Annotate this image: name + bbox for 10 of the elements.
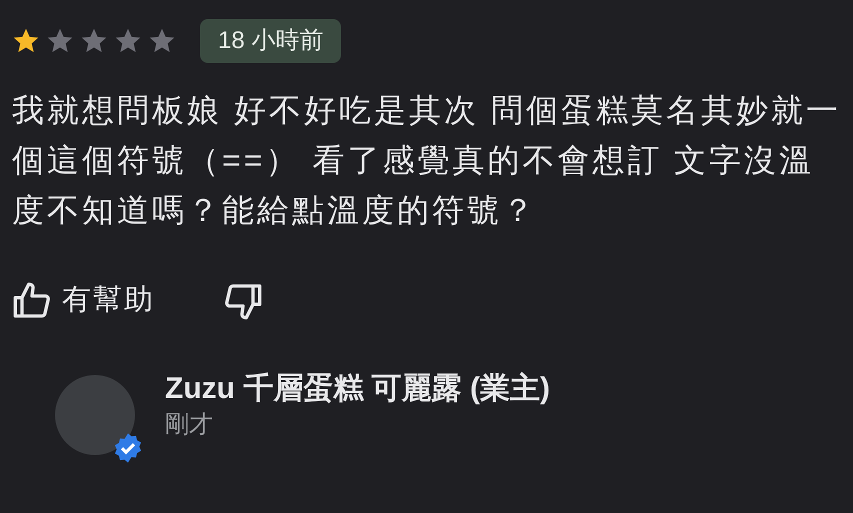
- star-icon: [114, 27, 142, 55]
- star-icon: [148, 27, 176, 55]
- time-badge: 18 小時前: [200, 19, 342, 63]
- owner-name: Zuzu 千層蛋糕 可麗露 (業主): [165, 370, 550, 406]
- review-text: 我就想問板娘 好不好吃是其次 問個蛋糕莫名其妙就一個這個符號（==） 看了感覺真的不會想訂 文字沒溫度不知道嗎？能給點溫度的符號？: [12, 91, 842, 230]
- helpful-button[interactable]: 有幫助: [12, 279, 155, 322]
- star-icon: [12, 27, 40, 55]
- reply-time: 剛才: [165, 410, 214, 440]
- star-icon: [46, 27, 74, 55]
- star-icon: [80, 27, 108, 55]
